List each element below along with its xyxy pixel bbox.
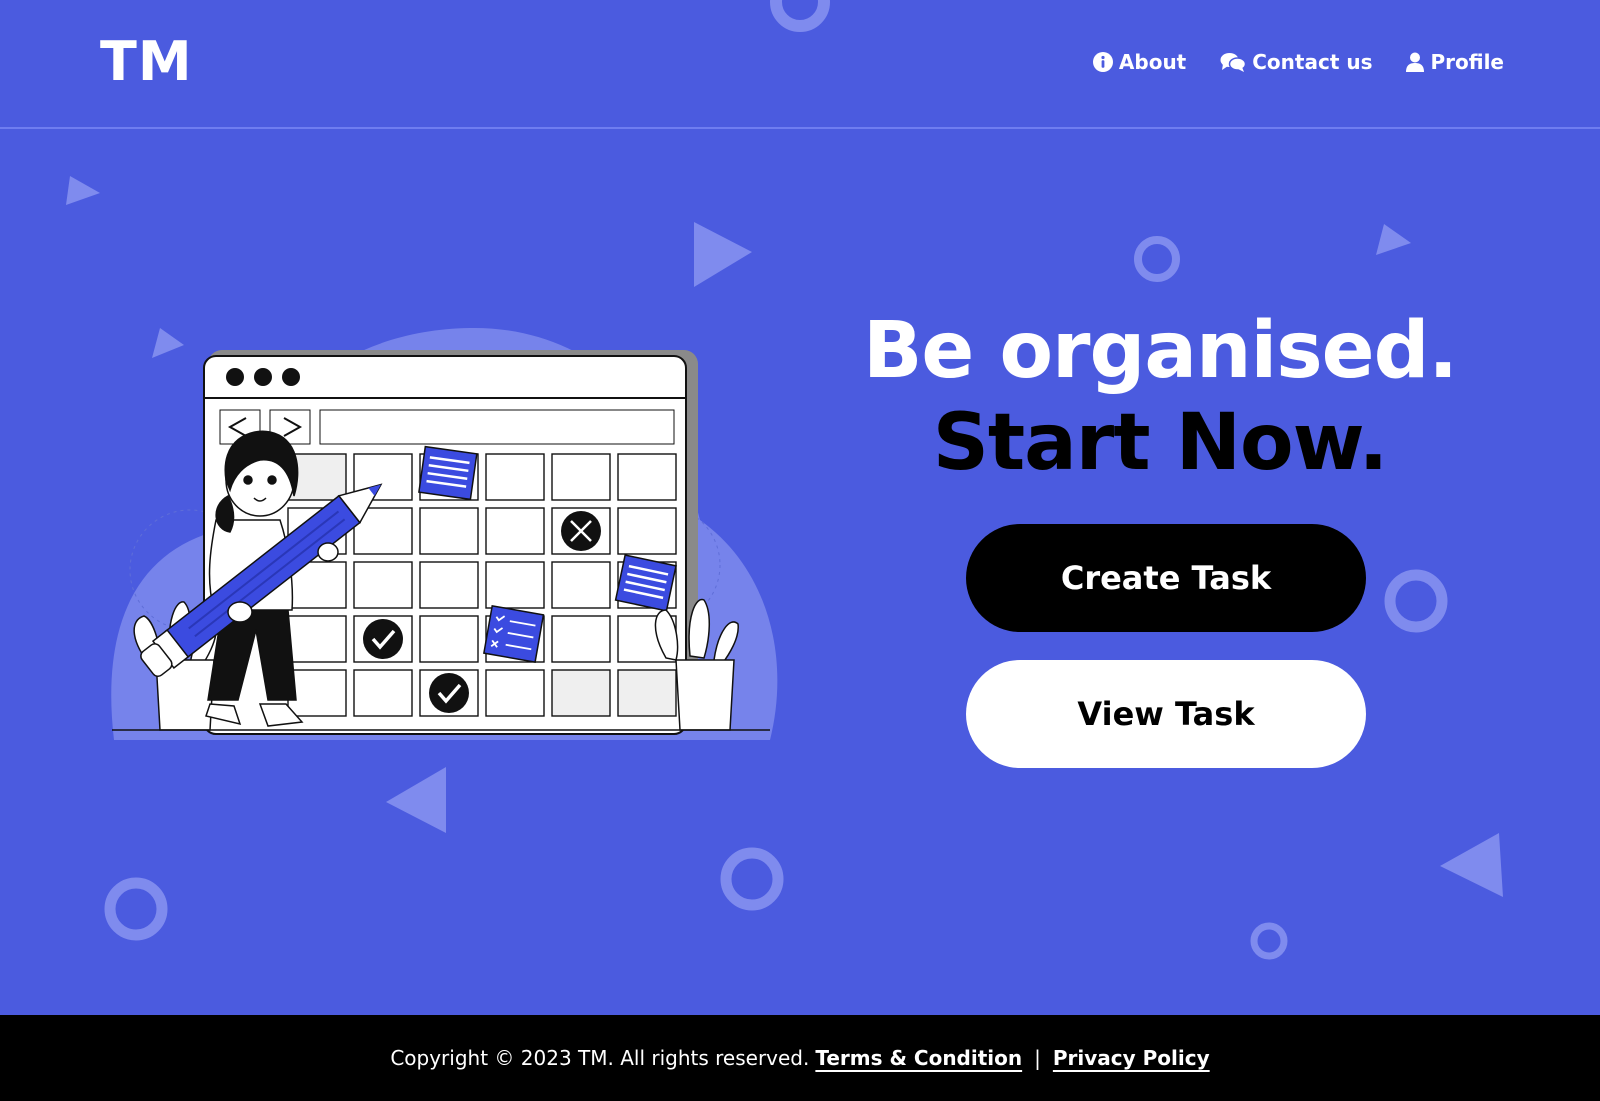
privacy-link[interactable]: Privacy Policy: [1053, 1046, 1210, 1070]
logo[interactable]: TM: [100, 30, 193, 93]
ring-decoration-icon: [1134, 236, 1180, 282]
headline-line-2: Start Now.: [932, 398, 1389, 488]
footer: Copyright © 2023 TM. All rights reserved…: [0, 1015, 1600, 1101]
triangle-decoration-icon: [386, 767, 446, 833]
ring-decoration-icon: [1250, 922, 1288, 960]
ring-decoration-icon: [104, 877, 168, 941]
terms-link[interactable]: Terms & Condition: [815, 1046, 1022, 1070]
ring-decoration-icon: [720, 847, 784, 911]
user-icon: [1406, 52, 1425, 72]
triangle-decoration-icon: [694, 222, 752, 287]
nav-about[interactable]: About: [1092, 50, 1187, 74]
page: TM About Contact us Profile Be organised…: [0, 0, 1600, 1101]
create-task-button[interactable]: Create Task: [966, 524, 1366, 632]
view-task-button[interactable]: View Task: [966, 660, 1366, 768]
ring-decoration-icon: [1384, 569, 1448, 633]
nav-bar: About Contact us Profile: [1092, 50, 1504, 74]
nav-contact[interactable]: Contact us: [1220, 50, 1372, 74]
hero-headline: Be organised. Start Now.: [840, 305, 1480, 489]
copyright-text: Copyright © 2023 TM. All rights reserved…: [390, 1046, 810, 1070]
triangle-decoration-icon: [1440, 833, 1503, 897]
triangle-decoration-icon: [66, 176, 100, 205]
calendar-illustration: [111, 327, 778, 740]
nav-about-label: About: [1118, 50, 1187, 74]
info-icon: [1092, 52, 1113, 72]
footer-separator: |: [1034, 1046, 1041, 1070]
nav-contact-label: Contact us: [1252, 50, 1373, 74]
header: TM About Contact us Profile: [0, 0, 1600, 129]
triangle-decoration-icon: [1376, 224, 1411, 255]
headline-line-1: Be organised.: [862, 306, 1458, 396]
nav-profile-label: Profile: [1430, 50, 1504, 74]
chat-icon: [1220, 53, 1247, 72]
nav-profile[interactable]: Profile: [1406, 50, 1504, 74]
